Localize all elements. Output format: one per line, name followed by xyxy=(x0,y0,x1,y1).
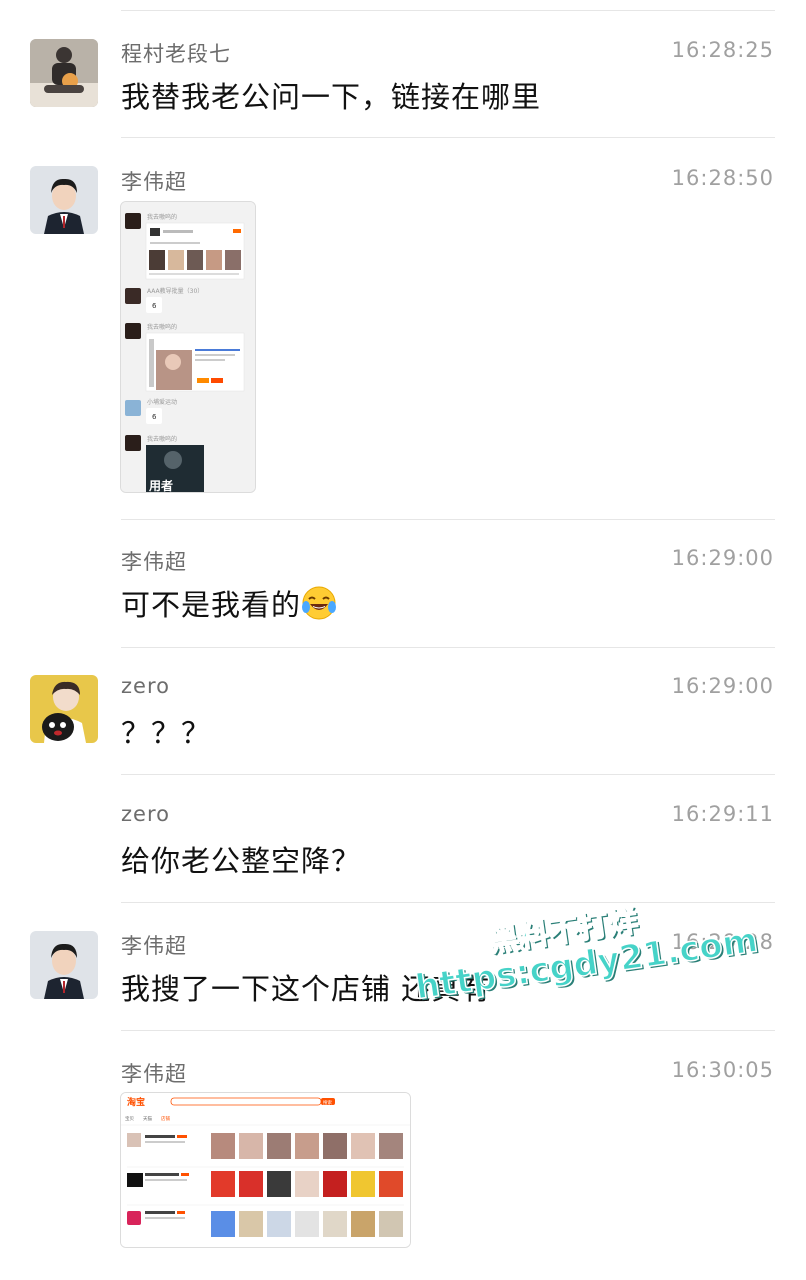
nested-name-4: 小埔爱运动 xyxy=(147,398,177,406)
nested-name-1: 我去嗷呜的 xyxy=(147,213,177,221)
avatar[interactable] xyxy=(30,675,98,743)
sender-name: zero xyxy=(121,802,170,826)
chat-screenshot-image[interactable]: 我去嗷呜的 AAA教导批量（30） 6 我去嗷呜的 小埔爱运动 6 我去嗷呜的 … xyxy=(120,201,256,493)
message-divider xyxy=(121,1030,775,1031)
sender-name: 李伟超 xyxy=(121,1062,187,1086)
message-divider xyxy=(121,902,775,903)
nested-bubble-1: 6 xyxy=(152,302,157,310)
nested-chat-screenshot: 我去嗷呜的 AAA教导批量（30） 6 我去嗷呜的 小埔爱运动 6 我去嗷呜的 … xyxy=(121,202,255,492)
message-divider xyxy=(121,647,775,648)
message-time: 16:29:11 xyxy=(671,802,774,826)
avatar[interactable] xyxy=(30,931,98,999)
sender-name: 李伟超 xyxy=(121,550,187,574)
message-time: 16:28:50 xyxy=(671,166,774,190)
avatar-cartoon-icon xyxy=(30,675,98,743)
avatar[interactable] xyxy=(30,166,98,234)
avatar-portrait-icon xyxy=(30,931,98,999)
message-time: 16:29:00 xyxy=(671,674,774,698)
result-tab-3: 店铺 xyxy=(161,1115,170,1122)
message-text-row: 可不是我看的 xyxy=(121,582,337,624)
message-text: 我替我老公问一下，链接在哪里 xyxy=(121,80,542,114)
nested-name-2: AAA教导批量（30） xyxy=(147,287,203,295)
message-time: 16:30:05 xyxy=(671,1058,774,1082)
result-tab-1: 宝贝 xyxy=(125,1115,134,1122)
message-time: 16:29:00 xyxy=(671,546,774,570)
message-divider xyxy=(121,519,775,520)
taobao-screenshot-image[interactable]: 淘宝 搜索 宝贝 天猫 店铺 xyxy=(120,1092,411,1248)
sender-name: 程村老段七 xyxy=(121,42,231,66)
taobao-logo: 淘宝 xyxy=(127,1096,145,1108)
avatar-portrait-icon xyxy=(30,166,98,234)
message-text: 给你老公整空降？ xyxy=(121,844,362,878)
message-divider xyxy=(121,10,775,11)
message-time: 16:28:25 xyxy=(671,38,774,62)
sender-name: zero xyxy=(121,674,170,698)
nested-name-3: 我去嗷呜的 xyxy=(147,323,177,331)
message-divider xyxy=(121,137,775,138)
sender-name: 李伟超 xyxy=(121,934,187,958)
message-divider xyxy=(121,774,775,775)
tears-of-joy-emoji-icon xyxy=(302,586,337,620)
sender-name: 李伟超 xyxy=(121,170,187,194)
nested-caption: 用者 xyxy=(148,478,173,492)
search-button-label: 搜索 xyxy=(323,1099,332,1106)
nested-name-5: 我去嗷呜的 xyxy=(147,435,177,443)
avatar[interactable] xyxy=(30,39,98,107)
nested-bubble-2: 6 xyxy=(152,413,157,421)
result-tab-2: 天猫 xyxy=(143,1115,152,1122)
message-text: ？？？ xyxy=(121,716,212,750)
taobao-search-results: 淘宝 搜索 宝贝 天猫 店铺 xyxy=(121,1093,410,1247)
avatar-photo-icon xyxy=(30,39,98,107)
message-text: 可不是我看的 xyxy=(121,588,302,622)
